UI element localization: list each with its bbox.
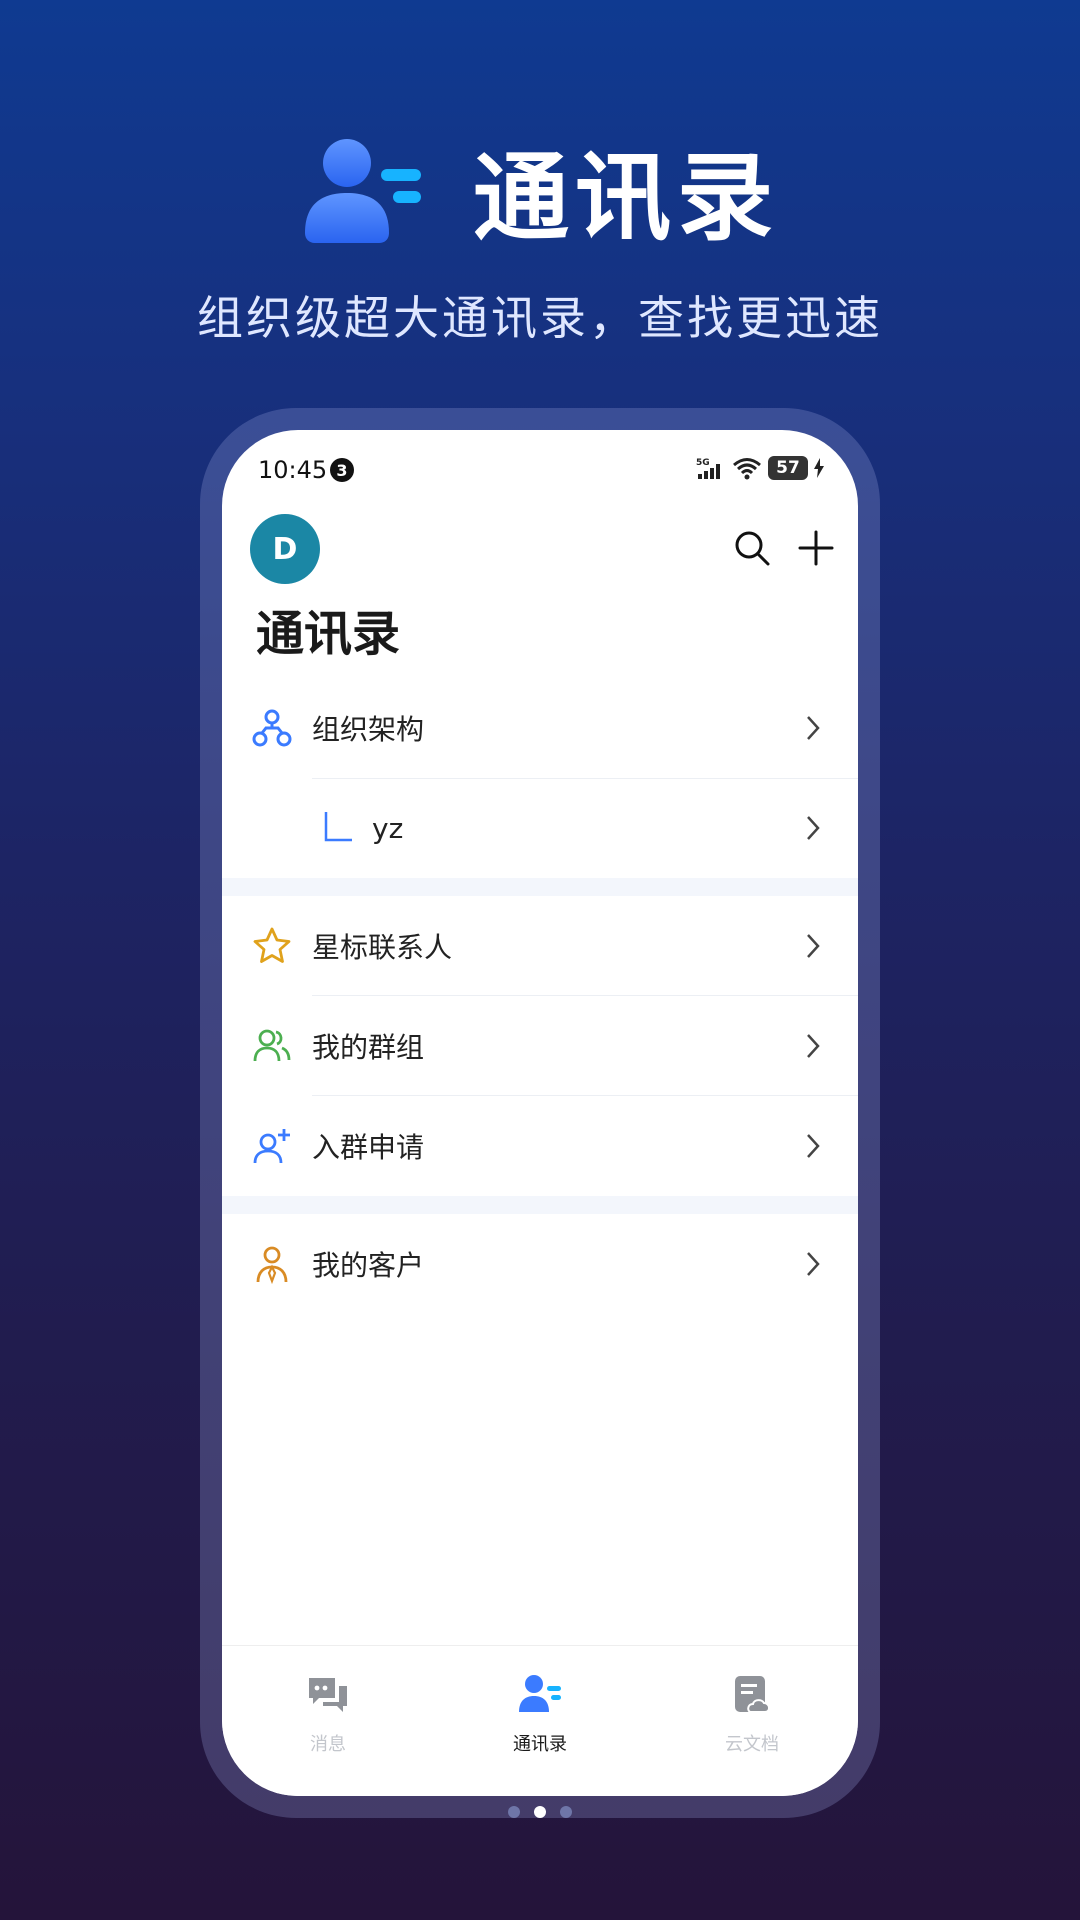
status-indicators: 5G 57 xyxy=(696,456,824,480)
bottom-tab-bar: 消息 通讯录 云文档 xyxy=(222,1645,858,1796)
chevron-right-icon xyxy=(807,934,820,958)
pager-dot-active[interactable] xyxy=(534,1806,546,1818)
chat-icon xyxy=(309,1678,347,1712)
list-item-label: 组织架构 xyxy=(312,713,425,746)
hero-subtitle: 组织级超大通讯录，查找更迅速 xyxy=(197,291,883,345)
tab-contacts[interactable]: 通讯录 xyxy=(450,1672,630,1756)
hero-title: 通讯录 xyxy=(473,142,779,254)
phone-screen: 10:45 3 5G 57 D 通讯录 组织架构 yz 星标联系人 我的群组 入… xyxy=(222,430,858,1796)
list-item-org-structure[interactable]: 组织架构 xyxy=(222,678,858,778)
search-icon[interactable] xyxy=(730,526,774,570)
list-item-org-yz[interactable]: yz xyxy=(222,778,858,878)
tab-label: 消息 xyxy=(310,1734,346,1755)
list-item-label: 我的客户 xyxy=(312,1249,425,1282)
pager-dots xyxy=(0,1806,1080,1818)
chevron-right-icon xyxy=(807,1252,820,1276)
network-type: 5G xyxy=(696,458,710,468)
chevron-right-icon xyxy=(807,816,820,840)
tab-messages[interactable]: 消息 xyxy=(238,1672,418,1756)
pager-dot[interactable] xyxy=(560,1806,572,1818)
tree-branch-icon xyxy=(324,812,352,842)
list-item-my-customers[interactable]: 我的客户 xyxy=(222,1214,858,1314)
star-icon xyxy=(253,927,291,963)
hero-title-row: 通讯录 xyxy=(0,120,1080,259)
section-gap xyxy=(222,878,858,896)
chevron-right-icon xyxy=(807,1034,820,1058)
contacts-icon xyxy=(305,138,421,243)
customer-icon xyxy=(256,1246,288,1284)
list-item-label: 我的群组 xyxy=(312,1031,425,1064)
notification-badge: 3 xyxy=(330,458,354,482)
tab-label: 通讯录 xyxy=(513,1734,567,1755)
pager-dot[interactable] xyxy=(508,1806,520,1818)
section-gap xyxy=(222,1196,858,1214)
charging-icon xyxy=(814,458,824,478)
contacts-icon xyxy=(519,1675,561,1712)
hero-banner: 通讯录 组织级超大通讯录，查找更迅速 xyxy=(0,0,1080,400)
org-structure-icon xyxy=(252,709,292,747)
cloud-doc-icon xyxy=(735,1676,770,1713)
status-bar: 10:45 3 5G 57 xyxy=(222,430,858,514)
status-time: 10:45 xyxy=(258,456,328,484)
chevron-right-icon xyxy=(807,716,820,740)
list-item-join-requests[interactable]: 入群申请 xyxy=(222,1096,858,1196)
add-user-icon xyxy=(253,1129,290,1164)
wifi-icon xyxy=(733,458,761,480)
battery-indicator: 57 xyxy=(768,456,808,480)
group-icon xyxy=(253,1029,291,1062)
signal-icon: 5G xyxy=(696,458,720,479)
chevron-right-icon xyxy=(807,1134,820,1158)
contacts-list: 组织架构 yz 星标联系人 我的群组 入群申请 我的客户 xyxy=(222,678,858,1314)
list-item-my-groups[interactable]: 我的群组 xyxy=(222,996,858,1096)
plus-icon[interactable] xyxy=(794,526,838,570)
list-item-label: 入群申请 xyxy=(312,1131,425,1164)
page-title: 通讯录 xyxy=(256,606,401,662)
tab-label: 云文档 xyxy=(725,1734,779,1755)
list-item-label: yz xyxy=(372,811,404,845)
avatar[interactable]: D xyxy=(250,514,320,584)
row-divider xyxy=(312,778,858,779)
tab-cloud-docs[interactable]: 云文档 xyxy=(662,1672,842,1756)
list-item-label: 星标联系人 xyxy=(312,931,453,964)
list-item-starred-contacts[interactable]: 星标联系人 xyxy=(222,896,858,996)
